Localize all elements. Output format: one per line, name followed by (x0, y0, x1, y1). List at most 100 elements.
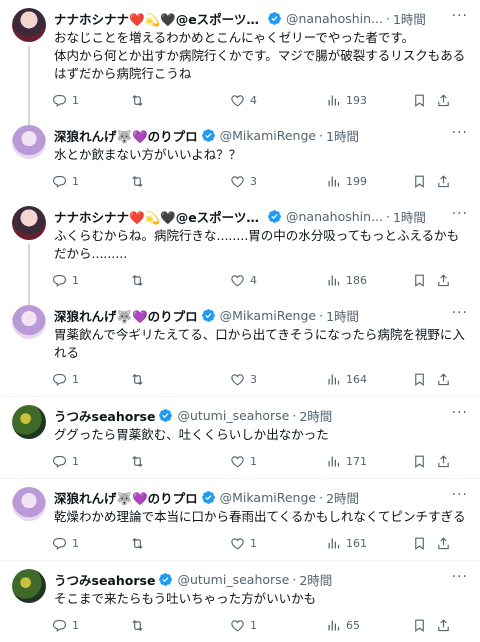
like-button[interactable]: 1 (230, 618, 326, 633)
timestamp[interactable]: 2時間 (299, 570, 332, 589)
tweet-header: 深狼れんげ🐺💜のりプロ @MikamiRenge · 1時間 (54, 305, 468, 325)
like-button[interactable]: 1 (230, 454, 326, 469)
views-button[interactable]: 164 (326, 372, 412, 387)
tweet[interactable]: うつみseahorse @utumi_seahorse · 2時間 ··· そこ… (0, 560, 480, 642)
bookmark-button[interactable] (412, 536, 436, 551)
repost-icon (132, 619, 143, 631)
bookmark-button[interactable] (412, 618, 436, 633)
views-button[interactable]: 171 (326, 454, 412, 469)
tweet[interactable]: ナナホシナナ❤️💫🖤@eスポーツキャスタ... @nanahoshin... ·… (0, 198, 480, 305)
avatar[interactable] (12, 405, 46, 439)
timestamp[interactable]: 1時間 (326, 306, 359, 325)
display-name[interactable]: 深狼れんげ🐺💜のりプロ (54, 306, 198, 325)
bookmark-button[interactable] (412, 174, 436, 189)
share-button[interactable] (436, 372, 456, 387)
reply-button[interactable]: 1 (52, 536, 130, 551)
repost-button[interactable] (130, 93, 230, 108)
tweet[interactable]: 深狼れんげ🐺💜のりプロ @MikamiRenge · 2時間 ··· 乾燥わかめ… (0, 478, 480, 560)
views-button[interactable]: 65 (326, 618, 412, 633)
timestamp[interactable]: 1時間 (326, 126, 359, 145)
views-button[interactable]: 193 (326, 93, 412, 108)
user-handle[interactable]: @utumi_seahorse (177, 572, 289, 587)
user-handle[interactable]: @nanahoshin... (286, 209, 383, 224)
more-icon[interactable]: ··· (452, 8, 468, 24)
views-button[interactable]: 161 (326, 536, 412, 551)
views-icon (328, 620, 340, 630)
share-icon (438, 618, 449, 631)
reply-button[interactable]: 1 (52, 618, 130, 633)
share-icon (438, 372, 449, 385)
more-icon[interactable]: ··· (452, 405, 468, 421)
tweet[interactable]: うつみseahorse @utumi_seahorse · 2時間 ··· ググ… (0, 396, 480, 478)
repost-button[interactable] (130, 536, 230, 551)
display-name[interactable]: ナナホシナナ❤️💫🖤@eスポーツキャスタ... (54, 207, 264, 226)
repost-button[interactable] (130, 618, 230, 633)
reply-count: 1 (72, 174, 79, 188)
share-button[interactable] (436, 273, 456, 288)
bookmark-button[interactable] (412, 273, 436, 288)
tweet-actions: 1 1 65 (52, 608, 468, 642)
display-name[interactable]: うつみseahorse (54, 570, 155, 589)
avatar[interactable] (12, 206, 46, 240)
display-name[interactable]: 深狼れんげ🐺💜のりプロ (54, 126, 198, 145)
tweet-header: うつみseahorse @utumi_seahorse · 2時間 (54, 405, 468, 425)
avatar[interactable] (12, 125, 46, 159)
repost-button[interactable] (130, 372, 230, 387)
timestamp[interactable]: 2時間 (299, 406, 332, 425)
thread-connector-line (28, 46, 30, 125)
reply-button[interactable]: 1 (52, 372, 130, 387)
display-name[interactable]: うつみseahorse (54, 406, 155, 425)
like-button[interactable]: 4 (230, 93, 326, 108)
more-icon[interactable]: ··· (452, 206, 468, 222)
user-handle[interactable]: @MikamiRenge (220, 128, 316, 143)
tweet[interactable]: ナナホシナナ❤️💫🖤@eスポーツキャスタ... @nanahoshin... ·… (0, 0, 480, 125)
reply-button[interactable]: 1 (52, 454, 130, 469)
timestamp[interactable]: 2時間 (326, 488, 359, 507)
share-button[interactable] (436, 454, 456, 469)
views-button[interactable]: 199 (326, 174, 412, 189)
tweet-actions: 1 4 193 (52, 83, 468, 117)
more-icon[interactable]: ··· (452, 569, 468, 585)
display-name[interactable]: 深狼れんげ🐺💜のりプロ (54, 488, 198, 507)
repost-button[interactable] (130, 174, 230, 189)
bookmark-icon (415, 373, 424, 386)
bookmark-button[interactable] (412, 372, 436, 387)
user-handle[interactable]: @MikamiRenge (220, 490, 316, 505)
like-button[interactable]: 3 (230, 372, 326, 387)
separator-dot: · (319, 307, 324, 323)
bookmark-button[interactable] (412, 93, 436, 108)
share-button[interactable] (436, 93, 456, 108)
bookmark-button[interactable] (412, 454, 436, 469)
tweet[interactable]: 深狼れんげ🐺💜のりプロ @MikamiRenge · 1時間 ··· 水とか飲ま… (0, 117, 480, 198)
view-count: 186 (346, 273, 367, 287)
user-handle[interactable]: @MikamiRenge (220, 308, 316, 323)
avatar[interactable] (12, 8, 46, 42)
reply-button[interactable]: 1 (52, 174, 130, 189)
reply-button[interactable]: 1 (52, 273, 130, 288)
share-button[interactable] (436, 536, 456, 551)
share-button[interactable] (436, 618, 456, 633)
display-name[interactable]: ナナホシナナ❤️💫🖤@eスポーツキャスタ... (54, 9, 264, 28)
avatar[interactable] (12, 487, 46, 521)
avatar[interactable] (12, 569, 46, 603)
like-button[interactable]: 3 (230, 174, 326, 189)
user-handle[interactable]: @nanahoshin... (286, 11, 383, 26)
like-count: 4 (250, 93, 257, 107)
like-button[interactable]: 4 (230, 273, 326, 288)
tweet[interactable]: 深狼れんげ🐺💜のりプロ @MikamiRenge · 1時間 ··· 胃薬飲んで… (0, 297, 480, 396)
user-handle[interactable]: @utumi_seahorse (177, 408, 289, 423)
timestamp[interactable]: 1時間 (393, 207, 426, 226)
more-icon[interactable]: ··· (452, 125, 468, 141)
more-icon[interactable]: ··· (452, 305, 468, 321)
like-button[interactable]: 1 (230, 536, 326, 551)
tweet-actions: 1 1 171 (52, 444, 468, 478)
avatar[interactable] (12, 305, 46, 339)
repost-button[interactable] (130, 273, 230, 288)
repost-button[interactable] (130, 454, 230, 469)
reply-button[interactable]: 1 (52, 93, 130, 108)
share-button[interactable] (436, 174, 456, 189)
more-icon[interactable]: ··· (452, 487, 468, 503)
separator-dot: · (292, 407, 297, 423)
views-button[interactable]: 186 (326, 273, 412, 288)
timestamp[interactable]: 1時間 (393, 9, 426, 28)
